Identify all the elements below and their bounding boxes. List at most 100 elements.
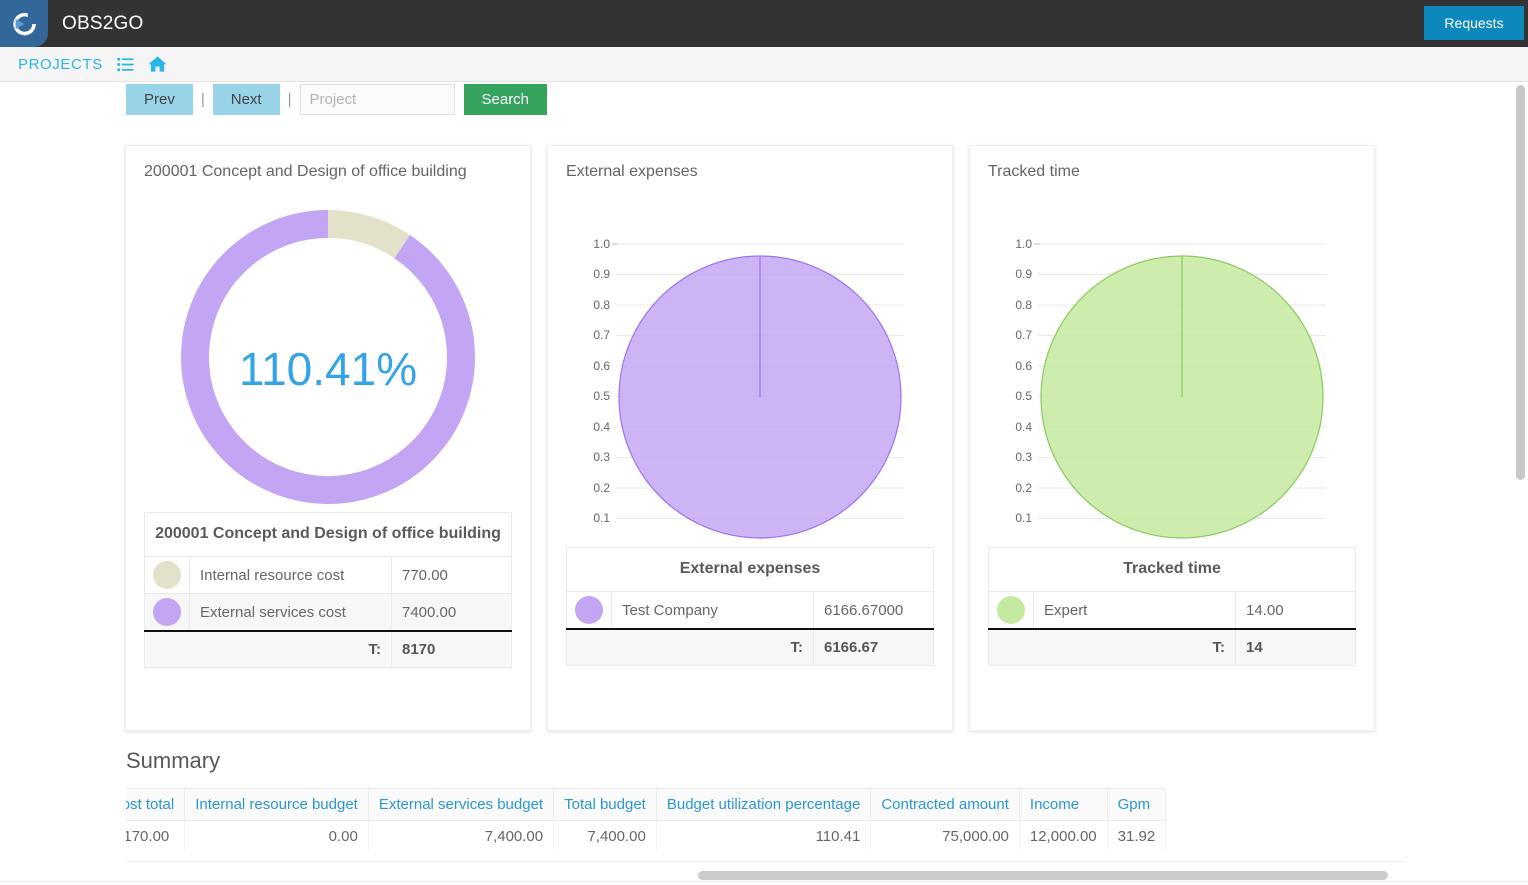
tracked-time-legend-table: Tracked time Expert 14.00 T: 14 (988, 547, 1356, 667)
tick-marks (1034, 243, 1040, 550)
search-button[interactable]: Search (463, 84, 548, 115)
summary-bottom-divider (126, 861, 1405, 862)
budget-legend-table: 200001 Concept and Design of office buil… (144, 512, 512, 669)
toolbar-separator-1: | (200, 91, 205, 108)
project-budget-card: 200001 Concept and Design of office buil… (125, 145, 531, 731)
legend-swatch-cell (988, 591, 1034, 630)
budget-utilization-value: 110.41% (238, 343, 418, 396)
ytick-label: 0.8 (593, 298, 610, 312)
next-button[interactable]: Next (212, 84, 280, 115)
dashboard-cards: 200001 Concept and Design of office buil… (125, 145, 1375, 731)
prev-button[interactable]: Prev (126, 84, 193, 115)
ytick-label: 0.9 (593, 267, 610, 281)
col-internal-resource-budget[interactable]: Internal resource budget (184, 788, 369, 821)
external-expenses-legend-table: External expenses Test Company 6166.6700… (566, 547, 934, 667)
total-label: T: (566, 628, 814, 667)
summary-table-scroll-container[interactable]: ost Cost total Internal resource budget … (126, 788, 1405, 850)
ytick-label: 0.7 (1015, 328, 1032, 342)
color-swatch (997, 596, 1025, 625)
legend-value: 770.00 (391, 556, 512, 595)
external-expenses-card: External expenses 1.0 0.9 0.8 0.7 0.6 0.… (547, 145, 953, 731)
cell-internal-resource-budget: 0.00 (184, 820, 369, 850)
legend-swatch-cell (566, 591, 612, 630)
ytick-label: 1.0 (1015, 237, 1032, 251)
legend-value: 7400.00 (391, 593, 512, 632)
ytick-label: 0.9 (1015, 267, 1032, 281)
table-total-row: T: 6166.67 (566, 628, 934, 667)
ytick-label: 0.5 (1015, 389, 1032, 403)
external-expenses-pie-chart: 1.0 0.9 0.8 0.7 0.6 0.5 0.4 0.3 0.2 0.1 … (548, 182, 952, 556)
legend-swatch-cell (144, 556, 190, 595)
cell-external-services-budget: 7,400.00 (367, 820, 555, 850)
ytick-label: 0.4 (593, 420, 610, 434)
color-swatch (575, 596, 603, 625)
col-cost-total[interactable]: Cost total (126, 788, 186, 821)
total-label: T: (988, 628, 1236, 667)
cell-total-budget: 7,400.00 (553, 820, 657, 850)
table-row: Expert 14.00 (988, 591, 1356, 630)
ytick-label: 0.5 (593, 389, 610, 403)
col-external-services-budget[interactable]: External services budget (367, 788, 555, 821)
col-income[interactable]: Income (1018, 788, 1108, 821)
horizontal-scrollbar-thumb[interactable] (698, 871, 1388, 880)
color-swatch (153, 561, 181, 590)
ytick-label: 0.1 (1015, 511, 1032, 525)
ytick-label: 0.7 (593, 328, 610, 342)
top-app-bar: OBS2GO Requests (0, 0, 1528, 47)
col-total-budget[interactable]: Total budget (553, 788, 657, 821)
cell-budget-utilization-percentage: 110.41 (655, 820, 872, 850)
tick-marks (612, 243, 618, 550)
card-title: Tracked time (988, 163, 1080, 180)
legend-value: 14.00 (1235, 591, 1356, 630)
table-total-row: T: 8170 (144, 630, 512, 669)
app-logo[interactable] (0, 0, 48, 47)
obs2go-logo-icon (13, 12, 36, 35)
color-swatch (153, 598, 181, 627)
pie-svg: 1.0 0.9 0.8 0.7 0.6 0.5 0.4 0.3 0.2 0.1 … (1015, 237, 1326, 556)
table-row: External services cost 7400.00 (144, 593, 512, 632)
table-row: Internal resource cost 770.00 (144, 556, 512, 595)
ytick-label: 0.6 (593, 359, 610, 373)
total-value: 14 (1235, 628, 1356, 667)
cell-cost-total: 8,170.00 (126, 820, 186, 850)
ytick-label: 0.1 (593, 511, 610, 525)
ytick-label: 0.3 (593, 450, 610, 464)
ytick-label: 0.2 (1015, 481, 1032, 495)
pager-toolbar: Prev | Next | Search (126, 84, 548, 115)
legend-label: Internal resource cost (189, 556, 392, 595)
ytick-label: 0.6 (1015, 359, 1032, 373)
col-gpm[interactable]: Gpm (1106, 788, 1167, 821)
ytick-label: 0.2 (593, 481, 610, 495)
table-row[interactable]: .00 8,170.00 0.00 7,400.00 7,400.00 110.… (126, 820, 1167, 850)
ytick-label: 1.0 (593, 237, 610, 251)
tracked-time-pie-chart: 1.0 0.9 0.8 0.7 0.6 0.5 0.4 0.3 0.2 0.1 … (970, 182, 1374, 556)
cell-income: 12,000.00 (1018, 820, 1108, 850)
total-value: 8170 (391, 630, 512, 669)
page-bottom-rule (0, 881, 1528, 882)
col-budget-utilization-percentage[interactable]: Budget utilization percentage (655, 788, 872, 821)
budget-donut-chart: 110.41% (126, 182, 530, 512)
table-total-row: T: 14 (988, 628, 1356, 667)
tracked-time-card: Tracked time 1.0 0.9 0.8 0.7 0.6 0.5 0.4… (969, 145, 1375, 731)
summary-heading: Summary (126, 748, 221, 773)
project-search-input[interactable] (299, 84, 455, 115)
legend-title: Tracked time (988, 547, 1356, 593)
cell-gpm: 31.92 (1106, 820, 1167, 850)
total-label: T: (144, 630, 392, 669)
secondary-navbar: PROJECTS (0, 47, 1528, 82)
list-icon[interactable] (117, 56, 134, 73)
nav-link-projects[interactable]: PROJECTS (18, 56, 103, 73)
home-icon[interactable] (148, 55, 167, 73)
vertical-scrollbar-thumb[interactable] (1516, 85, 1525, 480)
ytick-label: 0.3 (1015, 450, 1032, 464)
legend-value: 6166.67000 (813, 591, 934, 630)
summary-table: ost Cost total Internal resource budget … (126, 788, 1167, 850)
requests-button[interactable]: Requests (1424, 6, 1524, 40)
cell-contracted-amount: 75,000.00 (870, 820, 1020, 850)
col-contracted-amount[interactable]: Contracted amount (870, 788, 1020, 821)
legend-label: Expert (1033, 591, 1236, 630)
table-row: Test Company 6166.67000 (566, 591, 934, 630)
summary-header-row: ost Cost total Internal resource budget … (126, 788, 1167, 821)
legend-swatch-cell (144, 593, 190, 632)
legend-title: 200001 Concept and Design of office buil… (144, 512, 512, 558)
